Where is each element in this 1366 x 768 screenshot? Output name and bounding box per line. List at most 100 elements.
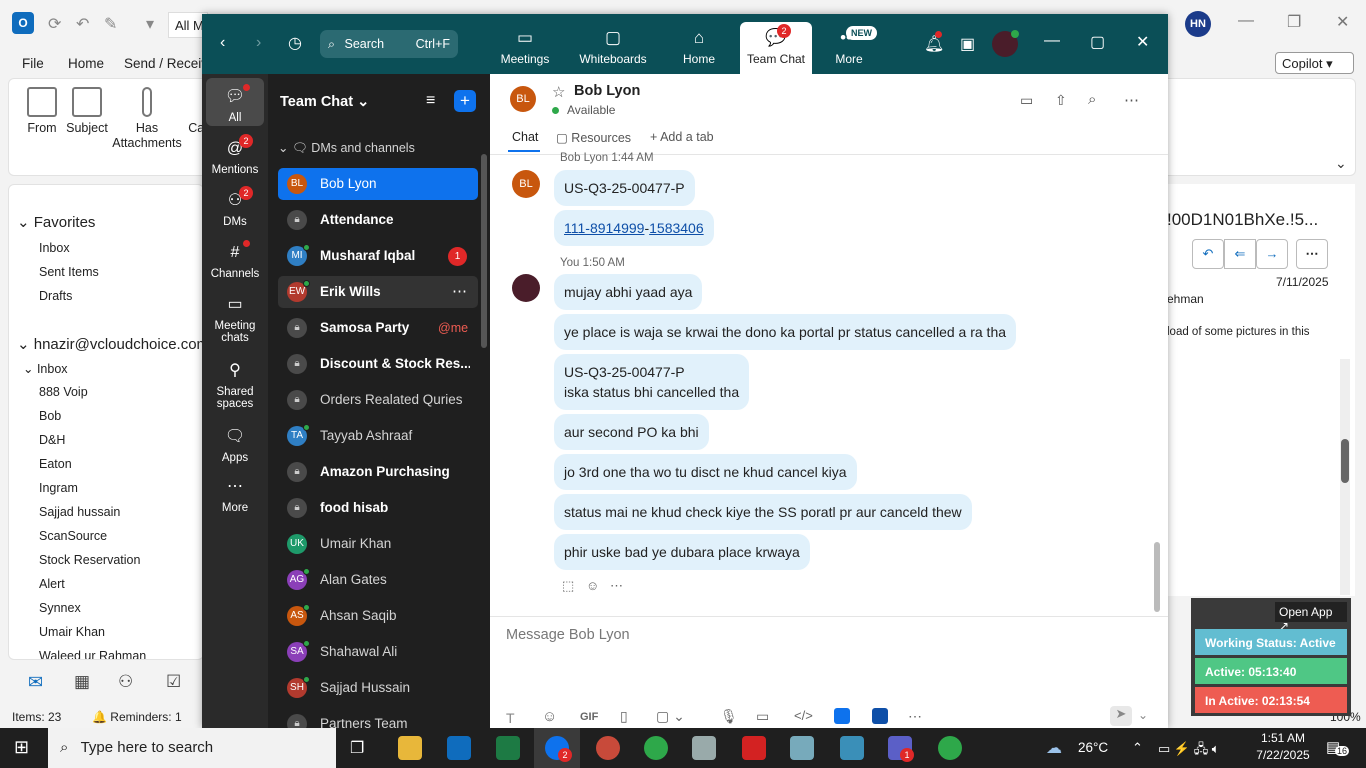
conversation-item[interactable]: 🔒︎ Discount & Stock Res... [278,348,478,380]
emoji-icon[interactable]: ☺ [542,708,557,725]
folder-item[interactable]: Ingram [39,481,78,495]
microphone-icon[interactable]: 🎙︎ [720,708,738,725]
rail-dms[interactable]: ⚇ 2 DMs [206,186,264,228]
close-icon[interactable]: ✕ [1136,32,1149,52]
weather-icon[interactable]: ☁ [1046,738,1062,758]
tray-chevron-icon[interactable]: ⌃ [1132,740,1143,756]
conversation-item[interactable]: 🔒︎ Orders Realated Quries [278,384,478,416]
more-actions-icon[interactable]: ⋯ [1296,239,1328,269]
phone-link[interactable]: 111-8914999 [564,220,644,236]
file-icon[interactable]: ▯ [620,708,628,725]
app-icon[interactable] [834,708,850,724]
conversation-item[interactable]: 🔒︎ Amazon Purchasing [278,456,478,488]
folder-item[interactable]: Stock Reservation [39,553,140,567]
sender-avatar[interactable]: BL [512,170,540,198]
send-icon[interactable]: ➤ [1110,706,1132,726]
reply-thread-icon[interactable]: ⬚ [562,578,574,594]
conversation-item[interactable]: UK Umair Khan [278,528,478,560]
tab-whiteboards[interactable]: ▢ Whiteboards [572,28,654,66]
app-icon[interactable] [872,708,888,724]
conversation-item[interactable]: TA Tayyab Ashraaf [278,420,478,452]
composer-more-icon[interactable]: ⋯ [908,708,922,725]
message-bubble[interactable]: US-Q3-25-00477-P iska status bhi cancelle… [554,354,750,410]
back-icon[interactable]: ‹ [220,34,225,52]
message-input[interactable]: Message Bob Lyon [506,627,630,643]
rail-channels[interactable]: # Channels [206,240,264,280]
send-options-icon[interactable]: ⌄ [1138,708,1148,722]
conversation-item[interactable]: 🔒︎ food hisab [278,492,478,524]
tab-team-chat[interactable]: 💬 Team Chat 2 [740,24,812,66]
video-message-icon[interactable]: ▭ [756,708,769,725]
conversation-item[interactable]: AG Alan Gates [278,564,478,596]
conversation-item[interactable]: BL Bob Lyon [278,168,478,200]
message-bubble[interactable]: phir uske bad ye dubara place krwaya [554,534,810,570]
emoji-react-icon[interactable]: ☺ [586,578,599,593]
video-call-icon[interactable]: ▭ [1020,92,1033,109]
chat-scrollbar[interactable] [1154,542,1160,612]
folder-item[interactable]: Drafts [39,289,72,303]
message-bubble[interactable]: ye place is waja se krwai the dono ka po… [554,314,1017,350]
calendar-app-icon[interactable]: ▣ [960,34,975,54]
chat-search-icon[interactable]: ⌕ [1088,91,1096,108]
folder-item[interactable]: Alert [39,577,65,591]
task-view-icon[interactable]: ❐ [350,738,364,758]
people-icon[interactable]: ⚇ [118,672,133,692]
share-screen-icon[interactable]: ⇧ [1055,92,1067,109]
reply-icon[interactable]: ↶ [1192,239,1224,269]
message-bubble[interactable]: 111-8914999-1583406 [554,210,714,246]
undo-icon[interactable]: ↶ [76,14,89,34]
contact-avatar[interactable]: BL [510,86,536,112]
favorites-header[interactable]: ⌄ Favorites [17,213,95,231]
history-icon[interactable]: ◷ [288,33,302,53]
notification-center-icon[interactable]: ▤ 16 [1326,738,1350,756]
filter-icon[interactable]: ≡ [426,92,435,110]
maximize-icon[interactable]: ▢ [1090,32,1105,52]
folder-item[interactable]: Eaton [39,457,72,471]
message-bubble[interactable]: US-Q3-25-00477-P [554,170,695,206]
profile-avatar[interactable] [992,30,1019,57]
chat-more-icon[interactable]: ⋯ [1124,91,1139,109]
taskbar-search[interactable]: ⌕ Type here to search [48,728,336,768]
tray-icons[interactable]: ▭ ⚡ 🖧 🔈︎ [1158,740,1220,762]
temperature[interactable]: 26°C [1078,740,1108,755]
zoom-taskbar-item[interactable]: 2 [534,728,580,768]
minimize-icon[interactable]: — [1044,32,1060,50]
tab-chat[interactable]: Chat [512,130,538,144]
subject-filter-button[interactable]: Subject [65,87,109,135]
folder-item[interactable]: Umair Khan [39,625,105,639]
customize-icon[interactable]: ▾ [146,14,154,34]
message-more-icon[interactable]: ⋯ [610,578,623,594]
conversation-item[interactable]: MI Musharaf Iqbal 1 [278,240,478,272]
message-bubble[interactable]: jo 3rd one tha wo tu disct ne khud cance… [554,454,857,490]
rail-more[interactable]: ⋯ More [206,476,264,514]
refresh-icon[interactable]: ⟳ [48,14,61,34]
folder-item[interactable]: 888 Voip [39,385,88,399]
conversation-item[interactable]: AS Ahsan Saqib [278,600,478,632]
rail-apps[interactable]: 🗨︎ Apps [206,426,264,464]
rail-meeting-chats[interactable]: ▭ Meeting chats [206,294,264,344]
outlook-close-icon[interactable]: ✕ [1336,12,1349,32]
calendar-icon[interactable]: ▦ [74,672,90,692]
folder-item[interactable]: ScanSource [39,529,107,543]
message-bubble[interactable]: mujay abhi yaad aya [554,274,703,310]
message-bubble[interactable]: aur second PO ka bhi [554,414,709,450]
folder-item[interactable]: D&H [39,433,65,447]
message-bubble[interactable]: status mai ne khud check kiye the SS por… [554,494,972,530]
section-header[interactable]: ⌄ 🗨︎ DMs and channels [278,140,415,156]
app-icon[interactable] [840,736,864,760]
from-filter-button[interactable]: From [23,87,61,135]
filezilla-icon[interactable] [742,736,766,760]
rail-all[interactable]: 💬︎ All [206,84,264,124]
folder-item[interactable]: Sent Items [39,265,99,279]
clock-date[interactable]: 7/22/2025 [1252,748,1314,762]
outlook-avatar[interactable]: HN [1185,11,1211,37]
conversation-more-icon[interactable]: ⋯ [452,282,467,300]
menu-file[interactable]: File [22,56,44,71]
folder-item[interactable]: Waleed ur Rahman [39,649,146,659]
notification-bell-icon[interactable]: 🔔︎ [924,31,944,54]
conversation-item[interactable]: 🔒︎ Attendance [278,204,478,236]
screenshot-icon[interactable]: ▢ ⌄ [656,708,685,725]
gif-button[interactable]: GIF [580,711,598,723]
code-icon[interactable]: </> [794,708,813,723]
tasks-icon[interactable]: ☑ [166,672,181,692]
